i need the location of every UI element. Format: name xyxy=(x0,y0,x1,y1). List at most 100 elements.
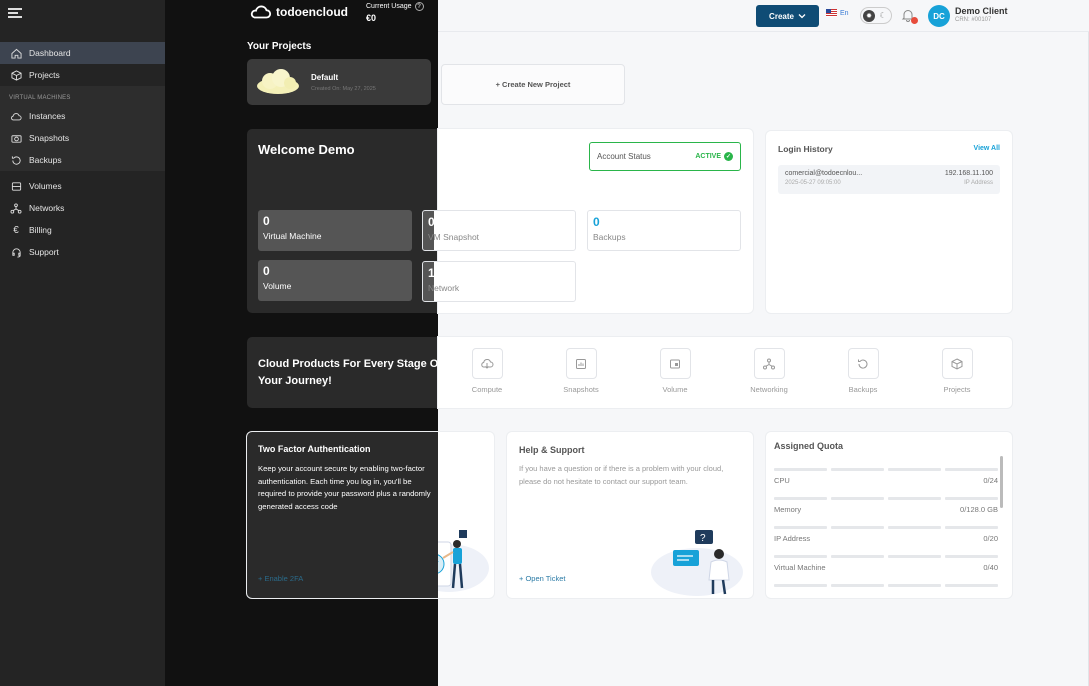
sidebar-item-billing[interactable]: € Billing xyxy=(0,219,165,241)
product-networking[interactable]: Networking xyxy=(739,348,799,394)
euro-icon: € xyxy=(13,224,19,236)
sidebar-item-networks[interactable]: Networks xyxy=(0,197,165,219)
sidebar-item-label: Billing xyxy=(29,225,52,235)
theme-toggle[interactable]: ✹ ☾ xyxy=(860,7,892,24)
create-button[interactable]: Create xyxy=(756,5,819,27)
user-info[interactable]: Demo Client CRN: #00107 xyxy=(955,6,1008,23)
svg-text:?: ? xyxy=(700,533,706,544)
sidebar-item-dashboard[interactable]: Dashboard xyxy=(0,42,165,64)
open-ticket-link[interactable]: + Open Ticket xyxy=(519,574,565,583)
usage-value: €0 xyxy=(366,13,377,23)
brand-logo[interactable]: todoencloud xyxy=(250,4,348,20)
project-name: Default xyxy=(311,72,339,82)
login-time: 2025-05-27 09:05:00 xyxy=(785,180,841,186)
login-ip: 192.168.11.100 xyxy=(944,170,993,177)
usage-label: Current Usage xyxy=(366,3,412,10)
product-label: Networking xyxy=(750,385,788,394)
enable-2fa-link[interactable]: + Enable 2FA xyxy=(258,574,303,583)
product-projects[interactable]: Projects xyxy=(927,348,987,394)
stat-volume[interactable]: 0 Volume xyxy=(258,260,412,301)
sidebar-item-instances[interactable]: Instances xyxy=(0,105,165,127)
projects-title: Your Projects xyxy=(247,41,312,52)
sidebar: Dashboard Projects VIRTUAL MACHINES Inst… xyxy=(0,0,165,686)
sidebar-item-label: Instances xyxy=(29,111,66,121)
products-card xyxy=(438,337,1012,408)
product-label: Snapshots xyxy=(563,385,599,394)
quota-row-cpu: CPU 0/24 xyxy=(774,468,998,485)
language-label: En xyxy=(840,9,849,17)
us-flag-icon xyxy=(826,9,837,17)
sidebar-item-label: Networks xyxy=(29,203,65,213)
stat-label: Virtual Machine xyxy=(263,231,322,241)
history-icon xyxy=(10,154,22,166)
quota-bar xyxy=(774,584,998,587)
stat-network[interactable]: 1 Network xyxy=(422,261,576,302)
stat-value: 0 xyxy=(263,264,270,278)
quota-label: CPU xyxy=(774,476,790,485)
sidebar-item-label: Projects xyxy=(29,70,60,80)
sidebar-item-snapshots[interactable]: Snapshots xyxy=(0,127,165,149)
compute-icon xyxy=(481,358,494,369)
logo-cloud-icon xyxy=(250,5,272,19)
product-label: Compute xyxy=(471,385,503,394)
create-project-button[interactable]: + Create New Project xyxy=(441,64,625,105)
view-all-link[interactable]: View All xyxy=(974,145,1000,152)
account-status-label: Account Status xyxy=(597,152,651,161)
product-snapshots[interactable]: Snapshots xyxy=(551,348,611,394)
quota-row-ip-address: IP Address 0/20 xyxy=(774,526,998,543)
snapshot-icon xyxy=(576,358,586,369)
menu-icon[interactable] xyxy=(8,6,22,20)
sidebar-item-label: Dashboard xyxy=(29,48,71,58)
project-card-default[interactable]: Default Created On: May 27, 2025 xyxy=(247,59,431,105)
two-factor-title: Two Factor Authentication xyxy=(258,444,371,454)
topbar-divider xyxy=(438,31,1089,32)
assigned-quota-card: Assigned Quota xyxy=(766,432,1012,598)
avatar[interactable]: DC xyxy=(928,5,950,27)
welcome-title: Welcome Demo xyxy=(258,142,355,157)
cube-icon xyxy=(10,69,22,81)
disk-icon xyxy=(10,180,22,192)
stat-backups[interactable]: 0 Backups xyxy=(587,210,741,251)
language-selector[interactable]: En xyxy=(826,9,849,17)
stat-virtual-machine[interactable]: 0 Virtual Machine xyxy=(258,210,412,251)
login-history-card: Login History View All comercial@todoecn… xyxy=(766,131,1012,313)
stat-label: Network xyxy=(428,283,460,293)
help-icon[interactable]: ? xyxy=(414,2,424,11)
notification-badge xyxy=(911,17,918,24)
stat-value: 0 xyxy=(428,215,435,229)
login-ip-label: IP Address xyxy=(964,180,993,186)
brand-name: todoencloud xyxy=(276,5,348,19)
product-backups[interactable]: Backups xyxy=(833,348,893,394)
quota-label: Virtual Machine xyxy=(774,563,826,572)
stat-value: 0 xyxy=(593,215,600,229)
backup-icon xyxy=(858,359,868,369)
product-volume[interactable]: Volume xyxy=(645,348,705,394)
login-email: comercial@todoecnlou... xyxy=(785,170,863,177)
sidebar-item-projects[interactable]: Projects xyxy=(0,64,165,86)
quota-bar xyxy=(774,497,998,500)
quota-value: 0/128.0 GB xyxy=(960,505,998,514)
product-compute[interactable]: Compute xyxy=(457,348,517,394)
quota-label: IP Address xyxy=(774,534,811,543)
sidebar-nav: Dashboard Projects VIRTUAL MACHINES Inst… xyxy=(0,42,165,263)
chevron-down-icon xyxy=(798,14,806,19)
user-crn: CRN: #00107 xyxy=(955,17,992,23)
sidebar-section-label: VIRTUAL MACHINES xyxy=(9,95,71,101)
sidebar-item-support[interactable]: Support xyxy=(0,241,165,263)
sidebar-item-volumes[interactable]: Volumes xyxy=(0,175,165,197)
stat-vm-snapshot[interactable]: 0 VM Snapshot xyxy=(422,210,576,251)
notifications-button[interactable] xyxy=(901,8,918,24)
quota-label: Memory xyxy=(774,505,802,514)
login-history-title: Login History xyxy=(778,144,833,154)
stat-label: VM Snapshot xyxy=(428,232,480,242)
quota-scrollbar[interactable] xyxy=(1000,456,1003,508)
quota-bar xyxy=(774,468,998,471)
support-illustration: ? xyxy=(651,530,743,596)
quota-value: 0/24 xyxy=(983,476,998,485)
sidebar-item-backups[interactable]: Backups xyxy=(0,149,165,171)
sidebar-item-label: Volumes xyxy=(29,181,62,191)
quota-row-partial xyxy=(774,584,998,587)
cloud-icon xyxy=(10,110,22,122)
current-usage: Current Usage? €0 xyxy=(366,2,424,23)
quota-value: 0/40 xyxy=(983,563,998,572)
